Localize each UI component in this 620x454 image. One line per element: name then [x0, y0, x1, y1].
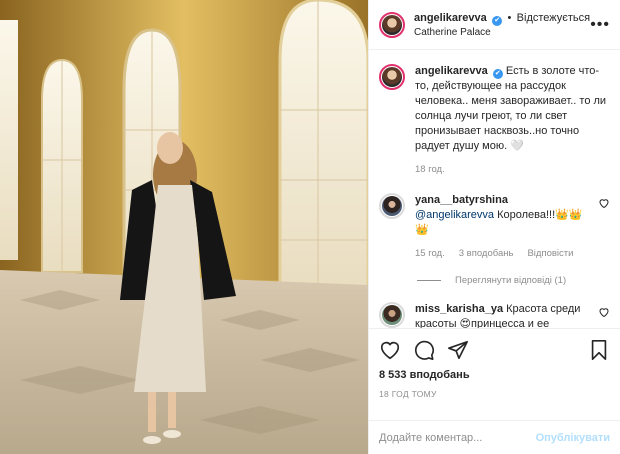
avatar-image	[382, 14, 402, 35]
comment-meta: 15 год. 3 вподобань Відповісти	[415, 246, 594, 261]
avatar-image	[382, 305, 402, 325]
caption-body: angelikarevva ✔ Есть в золоте что-то, де…	[415, 64, 610, 177]
avatar-image	[382, 67, 402, 87]
replies-divider	[417, 280, 441, 281]
comment-icon[interactable]	[413, 339, 435, 361]
caption-avatar[interactable]	[379, 64, 405, 90]
comment-item: yana__batyrshina @angelikarevva Королева…	[379, 193, 610, 261]
add-comment-bar: Опублікувати	[369, 420, 620, 454]
publish-button[interactable]: Опублікувати	[536, 432, 610, 444]
verified-icon: ✔	[492, 15, 503, 26]
post-actions: 8 533 вподобань 18 ГОД ТОМУ	[369, 328, 620, 420]
comment-like-icon[interactable]	[598, 302, 610, 328]
like-icon[interactable]	[379, 339, 401, 361]
comment-body: miss_karisha_ya Красота среди красоты 😍п…	[415, 302, 594, 328]
caption-meta: 18 год.	[415, 162, 610, 177]
author-username[interactable]: angelikarevva	[414, 12, 487, 24]
instagram-post: angelikarevva ✔ • Відстежується Catherin…	[0, 0, 620, 454]
share-icon[interactable]	[447, 339, 469, 361]
header-text: angelikarevva ✔ • Відстежується Catherin…	[414, 10, 590, 40]
comments-section: angelikarevva ✔ Есть в золоте что-то, де…	[369, 50, 620, 328]
post-sidebar: angelikarevva ✔ • Відстежується Catherin…	[368, 0, 620, 454]
comment-time[interactable]: 15 год.	[415, 246, 445, 261]
caption-username[interactable]: angelikarevva	[415, 65, 488, 77]
author-avatar[interactable]	[379, 11, 405, 38]
view-replies-button[interactable]: Переглянути відповіді (1)	[417, 275, 610, 286]
avatar-image	[382, 196, 402, 216]
photo-illustration	[0, 0, 368, 454]
comment-like-icon[interactable]	[598, 193, 610, 261]
commenter-avatar[interactable]	[379, 302, 405, 328]
reply-button[interactable]: Відповісти	[527, 246, 573, 261]
following-button[interactable]: Відстежується	[517, 12, 590, 24]
mention-link[interactable]: @angelikarevva	[415, 209, 494, 221]
separator-dot: •	[507, 11, 512, 24]
verified-icon: ✔	[492, 69, 503, 79]
caption-time[interactable]: 18 год.	[415, 162, 445, 177]
view-replies-label: Переглянути відповіді (1)	[455, 275, 567, 286]
commenter-username[interactable]: yana__batyrshina	[415, 194, 508, 206]
comment-likes[interactable]: 3 вподобань	[459, 246, 514, 261]
likes-count[interactable]: 8 533 вподобань	[379, 369, 610, 381]
post-time[interactable]: 18 ГОД ТОМУ	[379, 389, 610, 399]
location-link[interactable]: Catherine Palace	[414, 26, 590, 40]
caption-text: Есть в золоте что-то, действующее на рас…	[415, 65, 607, 152]
commenter-avatar[interactable]	[379, 193, 405, 219]
save-icon[interactable]	[588, 339, 610, 361]
caption: angelikarevva ✔ Есть в золоте что-то, де…	[379, 64, 610, 177]
post-header: angelikarevva ✔ • Відстежується Catherin…	[369, 0, 620, 50]
comment-body: yana__batyrshina @angelikarevva Королева…	[415, 193, 594, 261]
post-photo[interactable]	[0, 0, 368, 454]
commenter-username[interactable]: miss_karisha_ya	[415, 303, 503, 315]
comment-input[interactable]	[379, 431, 536, 444]
comment-item: miss_karisha_ya Красота среди красоты 😍п…	[379, 302, 610, 328]
action-icons	[379, 337, 610, 363]
more-dots-icon[interactable]: •••	[590, 16, 610, 32]
